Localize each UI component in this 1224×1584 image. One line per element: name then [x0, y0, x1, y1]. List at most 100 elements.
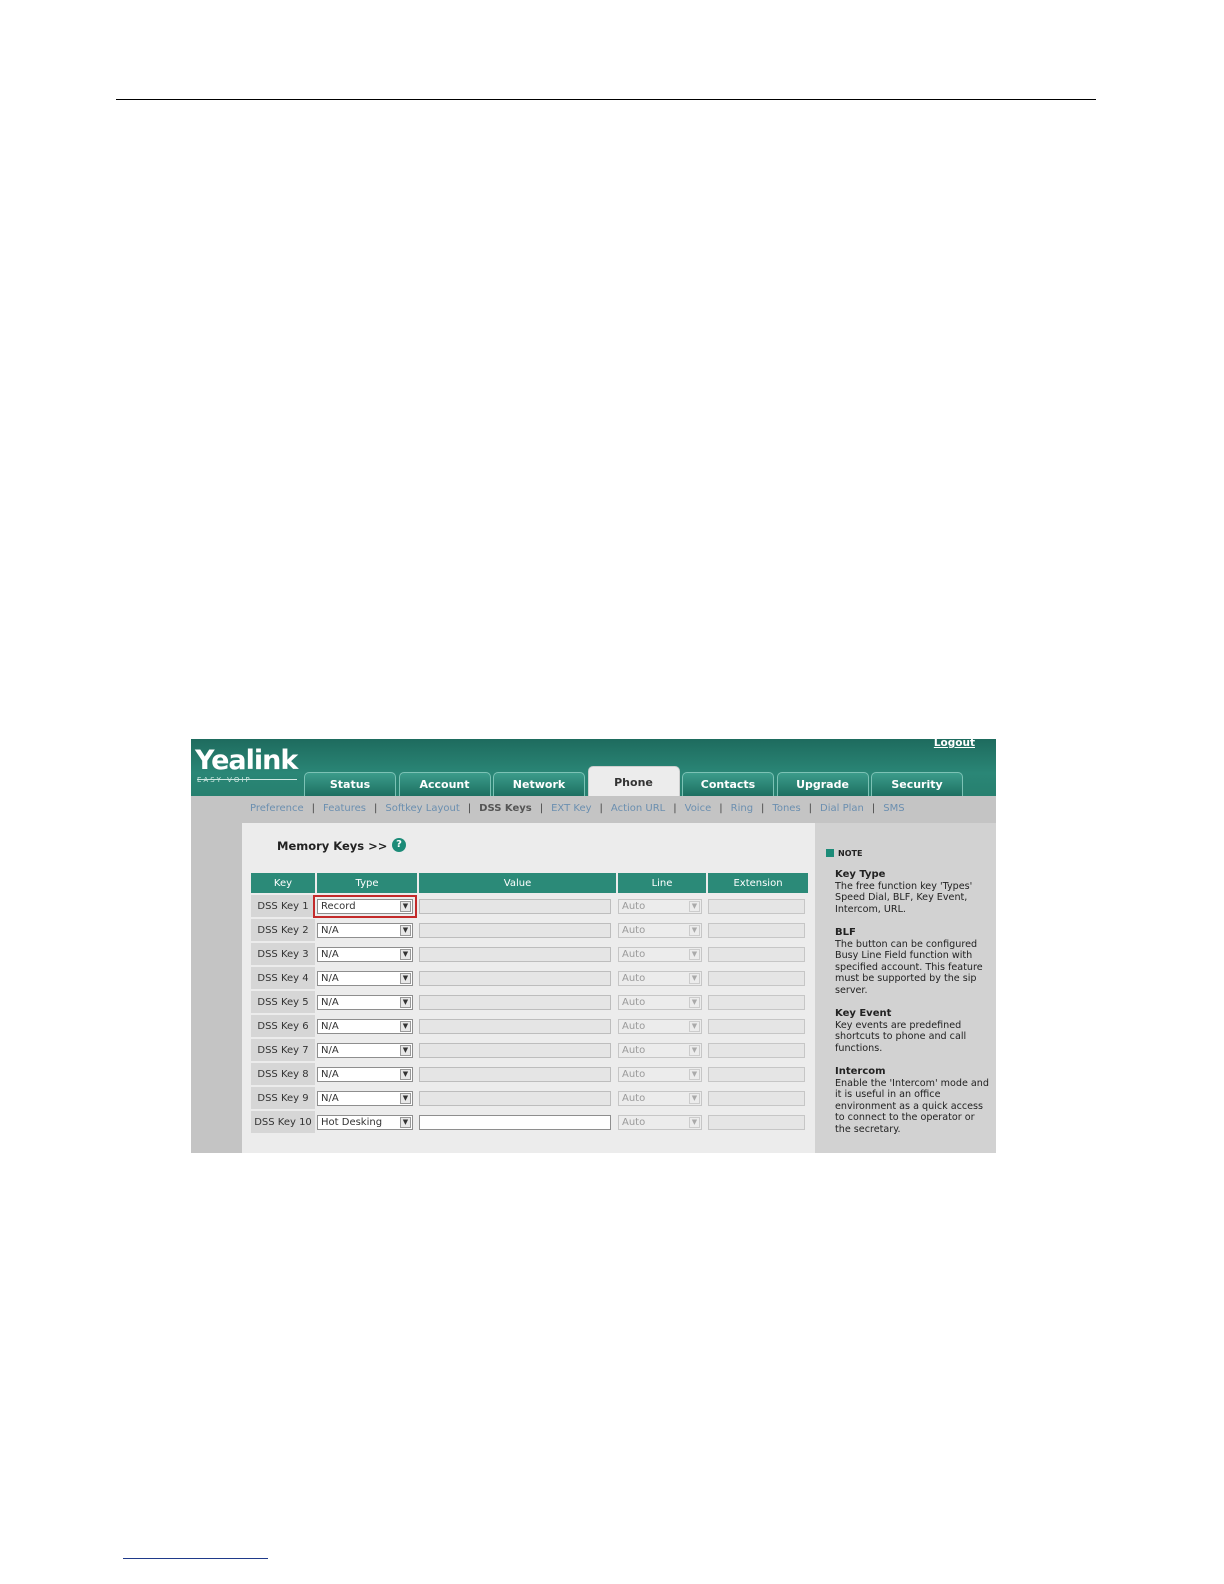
- value-input: [419, 946, 611, 962]
- extension-cell: [708, 1063, 808, 1085]
- type-select-value: Record: [321, 900, 356, 912]
- subnav-separator: |: [719, 803, 723, 814]
- type-cell: N/A ▼: [317, 919, 417, 941]
- type-select-value: Hot Desking: [321, 1116, 383, 1128]
- type-cell: N/A ▼: [317, 991, 417, 1013]
- type-select-value: N/A: [321, 972, 339, 984]
- tab-security[interactable]: Security: [871, 772, 963, 796]
- dss-keys-table: Key Type Value Line Extension DSS Key 1R…: [249, 871, 810, 1135]
- help-icon[interactable]: ?: [392, 838, 406, 852]
- dropdown-arrow-icon: ▼: [689, 972, 700, 984]
- line-cell: Auto ▼: [618, 1087, 706, 1109]
- logout-link[interactable]: Logout: [934, 739, 975, 749]
- key-label: DSS Key 2: [251, 919, 315, 941]
- type-select[interactable]: N/A ▼: [317, 1042, 413, 1058]
- type-cell: N/A ▼: [317, 943, 417, 965]
- line-cell: Auto ▼: [618, 895, 706, 917]
- value-input: [419, 970, 611, 986]
- subnav-dss-keys[interactable]: DSS Keys: [479, 803, 532, 814]
- table-row: DSS Key 4 N/A ▼ Auto ▼: [251, 967, 808, 989]
- value-input: [419, 898, 611, 914]
- subnav-sms[interactable]: SMS: [883, 803, 904, 814]
- subnav-separator: |: [808, 803, 813, 814]
- note-panel: NOTE Key Type The free function key 'Type…: [815, 823, 996, 1153]
- value-input: [419, 994, 611, 1010]
- subnav-softkey-layout[interactable]: Softkey Layout: [385, 803, 459, 814]
- subnav-action-url[interactable]: Action URL: [611, 803, 665, 814]
- type-select[interactable]: N/A ▼: [317, 1066, 413, 1082]
- subnav-separator: |: [673, 803, 677, 814]
- type-select[interactable]: N/A ▼: [317, 1018, 413, 1034]
- line-select-value: Auto: [622, 948, 646, 960]
- note-heading-text: NOTE: [838, 849, 863, 858]
- subnav-voice[interactable]: Voice: [685, 803, 712, 814]
- table-row: DSS Key 7 N/A ▼ Auto ▼: [251, 1039, 808, 1061]
- table-row: DSS Key 8 N/A ▼ Auto ▼: [251, 1063, 808, 1085]
- subnav-features[interactable]: Features: [323, 803, 366, 814]
- subnav-separator: |: [467, 803, 472, 814]
- key-label: DSS Key 4: [251, 967, 315, 989]
- line-cell: Auto ▼: [618, 967, 706, 989]
- note-heading: NOTE: [826, 849, 862, 858]
- tab-network[interactable]: Network: [493, 772, 585, 796]
- subnav-ext-key[interactable]: EXT Key: [551, 803, 591, 814]
- type-select-value: N/A: [321, 1020, 339, 1032]
- note-section-text: Key events are predefined shortcuts to p…: [835, 1019, 967, 1054]
- key-label: DSS Key 6: [251, 1015, 315, 1037]
- value-cell: [419, 991, 616, 1013]
- extension-input: [708, 1066, 805, 1082]
- value-input: [419, 1066, 611, 1082]
- type-select-value: N/A: [321, 1044, 339, 1056]
- line-cell: Auto ▼: [618, 919, 706, 941]
- dropdown-arrow-icon: ▼: [689, 900, 700, 912]
- extension-cell: [708, 919, 808, 941]
- dropdown-arrow-icon: ▼: [400, 996, 411, 1008]
- note-section-title: BLF: [835, 927, 856, 938]
- type-select[interactable]: N/A ▼: [317, 922, 413, 938]
- line-cell: Auto ▼: [618, 1039, 706, 1061]
- type-select[interactable]: Record ▼: [313, 894, 417, 918]
- tab-upgrade[interactable]: Upgrade: [776, 772, 869, 796]
- value-input[interactable]: [419, 1114, 611, 1130]
- logo-tagline: EASY VOIP: [197, 776, 252, 784]
- subnav-preference[interactable]: Preference: [250, 803, 304, 814]
- line-cell: Auto ▼: [618, 943, 706, 965]
- sub-navigation: Preference | Features | Softkey Layout | DSS K…: [191, 796, 996, 823]
- subnav-ring[interactable]: Ring: [731, 803, 753, 814]
- type-cell: Hot Desking ▼: [317, 1111, 417, 1133]
- extension-input: [708, 898, 805, 914]
- tab-phone[interactable]: Phone: [587, 766, 680, 796]
- table-row: DSS Key 3 N/A ▼ Auto ▼: [251, 943, 808, 965]
- type-select-value: N/A: [321, 924, 339, 936]
- type-select[interactable]: N/A ▼: [317, 1090, 413, 1106]
- tab-status[interactable]: Status: [304, 772, 396, 796]
- dropdown-arrow-icon: ▼: [689, 996, 700, 1008]
- extension-cell: [708, 1015, 808, 1037]
- page-header-rule: [116, 99, 1096, 100]
- value-cell: [419, 1039, 616, 1061]
- subnav-separator: |: [539, 803, 544, 814]
- type-select[interactable]: N/A ▼: [317, 970, 413, 986]
- type-select[interactable]: Hot Desking ▼: [317, 1114, 413, 1130]
- dropdown-arrow-icon: ▼: [400, 1044, 411, 1056]
- key-label: DSS Key 7: [251, 1039, 315, 1061]
- key-label: DSS Key 10: [251, 1111, 315, 1133]
- note-section: BLF The button can be configured Busy Lin…: [835, 927, 993, 996]
- tab-account[interactable]: Account: [398, 772, 491, 796]
- tab-contacts[interactable]: Contacts: [682, 772, 774, 796]
- extension-input: [708, 1042, 805, 1058]
- dropdown-arrow-icon: ▼: [689, 1020, 700, 1032]
- value-input: [419, 922, 611, 938]
- line-select: Auto ▼: [618, 898, 702, 914]
- line-select-value: Auto: [622, 900, 646, 912]
- extension-cell: [708, 1087, 808, 1109]
- value-input: [419, 1042, 611, 1058]
- line-select: Auto ▼: [618, 946, 702, 962]
- type-select[interactable]: N/A ▼: [317, 946, 413, 962]
- extension-input: [708, 1114, 805, 1130]
- extension-input: [708, 1018, 805, 1034]
- subnav-tones[interactable]: Tones: [772, 803, 800, 814]
- type-select[interactable]: N/A ▼: [317, 994, 413, 1010]
- subnav-dial-plan[interactable]: Dial Plan: [820, 803, 864, 814]
- line-select-value: Auto: [622, 972, 646, 984]
